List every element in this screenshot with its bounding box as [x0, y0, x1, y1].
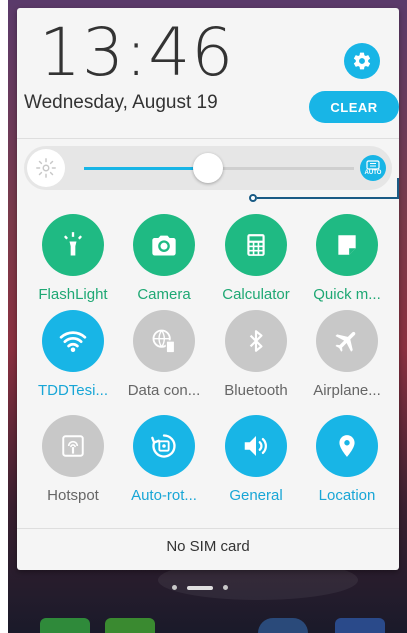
brightness-bar: AUTO: [24, 146, 392, 190]
quick-memo-icon: [338, 235, 356, 255]
auto-brightness-icon: [366, 160, 380, 170]
page-indicator: [172, 585, 228, 590]
tile-circle[interactable]: [42, 214, 104, 276]
hotspot-icon: [62, 435, 84, 457]
tile-circle[interactable]: [225, 415, 287, 477]
tile-label: Data con...: [127, 382, 201, 399]
mobile-data-icon: [152, 329, 176, 354]
tile-label: Auto-rot...: [131, 487, 197, 504]
tile-flashlight[interactable]: FlashLight: [27, 214, 119, 303]
tile-circle[interactable]: [316, 310, 378, 372]
divider: [17, 138, 399, 139]
tile-circle[interactable]: [316, 415, 378, 477]
settings-button[interactable]: [344, 43, 380, 79]
divider: [17, 528, 399, 529]
tile-wifi[interactable]: TDDTesi...: [27, 310, 119, 399]
auto-brightness-button[interactable]: AUTO: [360, 155, 386, 181]
annotation-pointer-dot: [249, 194, 257, 202]
dock-app-icon[interactable]: [105, 618, 155, 633]
wifi-icon: [59, 331, 87, 352]
quick-settings-panel: 13:46 Wednesday, August 19 CLEAR AUTO Fl…: [17, 8, 399, 570]
tile-label: General: [229, 487, 283, 504]
page-dot: [223, 585, 228, 590]
sim-status: No SIM card: [166, 538, 250, 555]
annotation-pointer-line: [257, 197, 399, 199]
sun-icon: [36, 158, 56, 178]
page-dot-current: [187, 585, 213, 590]
annotation-pointer-line: [397, 178, 399, 198]
brightness-thumb[interactable]: [193, 153, 224, 183]
tile-location[interactable]: Location: [301, 415, 393, 504]
tile-sound[interactable]: General: [210, 415, 302, 504]
clear-button[interactable]: CLEAR: [309, 91, 399, 123]
dock-app-icon[interactable]: [258, 618, 308, 633]
tile-label: Location: [318, 487, 376, 504]
auto-rotate-icon: [151, 434, 176, 458]
tile-camera[interactable]: Camera: [118, 214, 210, 303]
tile-circle[interactable]: [225, 310, 287, 372]
tile-mobile-data[interactable]: Data con...: [118, 310, 210, 399]
tile-circle[interactable]: [316, 214, 378, 276]
tile-label: Calculator: [222, 286, 290, 303]
tile-label: Bluetooth: [224, 382, 288, 399]
tile-airplane[interactable]: Airplane...: [301, 310, 393, 399]
calculator-icon: [247, 234, 265, 256]
tile-auto-rotate[interactable]: Auto-rot...: [118, 415, 210, 504]
tile-circle[interactable]: [133, 415, 195, 477]
gear-icon: [353, 52, 371, 70]
clock-date: Wednesday, August 19: [24, 92, 218, 113]
tile-circle[interactable]: [133, 310, 195, 372]
tile-circle[interactable]: [42, 415, 104, 477]
bluetooth-icon: [249, 330, 263, 352]
page-dot: [172, 585, 177, 590]
auto-label: AUTO: [364, 170, 382, 176]
location-icon: [339, 435, 355, 457]
tile-circle[interactable]: [225, 214, 287, 276]
airplane-icon: [335, 331, 356, 352]
camera-icon: [152, 235, 176, 256]
tile-label: Camera: [137, 286, 191, 303]
tile-label: Airplane...: [313, 382, 381, 399]
tile-circle[interactable]: [133, 214, 195, 276]
tile-label: Hotspot: [47, 487, 99, 504]
tile-bluetooth[interactable]: Bluetooth: [210, 310, 302, 399]
sound-icon: [244, 436, 267, 456]
tile-label: Quick m...: [313, 286, 381, 303]
tile-quick-memo[interactable]: Quick m...: [301, 214, 393, 303]
tile-calculator[interactable]: Calculator: [210, 214, 302, 303]
tile-circle[interactable]: [42, 310, 104, 372]
flashlight-icon: [63, 232, 83, 256]
dock-app-icon[interactable]: [40, 618, 90, 633]
brightness-fill: [84, 167, 209, 170]
brightness-low-icon[interactable]: [27, 149, 65, 187]
dock-app-icon[interactable]: [335, 618, 385, 633]
tile-label: TDDTesi...: [37, 382, 108, 399]
tile-label: FlashLight: [38, 286, 108, 303]
tile-hotspot[interactable]: Hotspot: [27, 415, 119, 504]
clock-time: 13:46: [39, 14, 235, 91]
